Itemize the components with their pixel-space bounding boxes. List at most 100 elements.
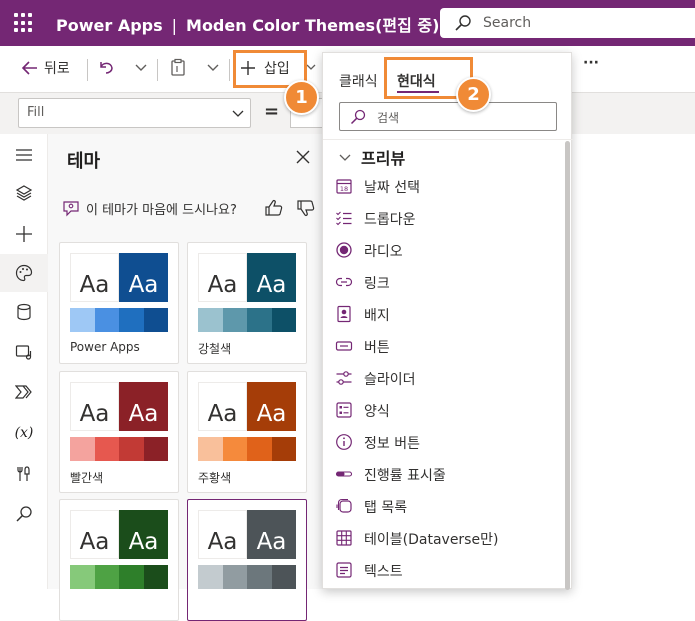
theme-color-strip [198,437,296,461]
item-label: 테이블(Dataverse만) [364,532,499,548]
theme-card[interactable]: Aa Aa 빨간색 [59,371,179,493]
divider [157,59,158,81]
variables-icon[interactable]: (x) [0,414,48,452]
back-arrow-icon [21,61,37,75]
theme-name: 주황색 [198,471,232,485]
search-icon[interactable] [0,495,48,533]
list-item[interactable]: 라디오 [335,236,565,266]
global-search-input[interactable]: Search [440,8,695,38]
callout-badge-1: 1 [284,80,319,115]
theme-name: 빨간색 [70,471,104,485]
property-dropdown[interactable]: Fill [18,98,251,128]
list-item[interactable]: 드롭다운 [335,204,565,234]
theme-sample-dark: Aa [247,382,296,431]
theme-card[interactable]: Aa Aa Power Apps [59,242,179,364]
list-item[interactable]: 정보 버튼 [335,428,565,458]
app-name: Power Apps [56,16,163,35]
chevron-down-icon [339,147,351,166]
hamburger-icon[interactable] [0,136,48,174]
media-icon[interactable] [0,333,48,371]
insert-chevron-icon[interactable] [306,58,316,80]
paste-dropdown-chevron-icon[interactable] [206,58,220,80]
more-button[interactable]: ··· [583,55,599,71]
scrollbar[interactable] [565,141,570,590]
feedback-text: 이 테마가 마음에 드시나요? [86,203,237,218]
theme-sample-light: Aa [70,510,119,559]
title-bar: Power Apps | Moden Color Themes(편집 중) Sear… [0,0,695,46]
theme-sample-dark: Aa [119,382,168,431]
theme-card[interactable]: Aa Aa [59,499,179,621]
list-item[interactable]: 테이블(Dataverse만) [335,524,565,554]
theme-name: Power Apps [70,340,140,354]
insert-flyout: 클래식 현대식 검색 프리뷰 18 날짜 선택 드롭다운 라디오 링크 배지 버… [322,52,573,590]
power-automate-icon[interactable] [0,373,48,411]
close-icon[interactable] [296,149,310,168]
callout-badge-2: 2 [456,77,491,112]
pane-title: 테마 [67,151,101,172]
item-label: 양식 [364,404,390,420]
app-launcher-icon[interactable] [14,13,34,33]
theme-name: 강철색 [198,342,232,356]
list-item[interactable]: 배지 [335,300,565,330]
theme-color-strip [70,565,168,589]
radio-icon [335,241,353,259]
theme-card[interactable]: Aa Aa 강철색 [187,242,307,364]
chevron-down-icon [232,108,244,123]
theme-sample-dark: Aa [119,510,168,559]
section-preview-header[interactable]: 프리뷰 [339,145,405,169]
form-icon [335,401,353,419]
database-icon[interactable] [0,293,48,331]
left-rail: (x) [0,134,48,589]
progress-icon [335,465,353,483]
svg-text:18: 18 [340,185,348,193]
link-icon [335,273,353,291]
tab-classic[interactable]: 클래식 [339,71,378,91]
list-item[interactable]: 링크 [335,268,565,298]
theme-sample-dark: Aa [247,253,296,302]
theme-color-strip [70,308,168,332]
theme-sample-light: Aa [198,510,247,559]
item-label: 슬라이더 [364,372,416,388]
flyout-search-placeholder: 검색 [377,111,400,125]
list-item[interactable]: 18 날짜 선택 [335,172,565,202]
thumbs-up-icon[interactable] [264,198,284,222]
text-icon [335,561,353,579]
plus-icon[interactable] [0,215,48,253]
back-button[interactable]: 뒤로 [20,58,70,78]
list-item[interactable]: 양식 [335,396,565,426]
title-separator: | [171,16,178,35]
palette-icon[interactable] [0,254,48,292]
item-label: 드롭다운 [364,212,416,228]
list-item[interactable]: 텍스트 [335,556,565,586]
paste-button[interactable] [169,58,187,80]
tools-icon[interactable] [0,455,48,493]
theme-card-selected[interactable]: Aa Aa [187,499,307,621]
flyout-search-input[interactable]: 검색 [339,102,557,131]
theme-sample-light: Aa [198,253,247,302]
theme-pane: 테마 이 테마가 마음에 드시나요? Aa Aa Power Apps Aa A… [48,134,322,621]
info-icon [335,433,353,451]
list-item[interactable]: 탭 목록 [335,492,565,522]
undo-button[interactable] [97,58,115,80]
button-icon [335,337,353,355]
list-item[interactable]: 버튼 [335,332,565,362]
theme-sample-dark: Aa [119,253,168,302]
global-search-placeholder: Search [483,15,532,31]
undo-dropdown-chevron-icon[interactable] [134,58,148,80]
theme-sample-dark: Aa [247,510,296,559]
feedback-icon [63,201,79,217]
theme-card[interactable]: Aa Aa 주황색 [187,371,307,493]
layers-icon[interactable] [0,174,48,212]
item-label: 텍스트 [364,564,403,580]
clipboard-icon [171,58,185,76]
item-label: 버튼 [364,340,390,356]
list-item[interactable]: 슬라이더 [335,364,565,394]
item-label: 탭 목록 [364,500,408,516]
thumbs-down-icon[interactable] [296,198,316,222]
tab-list-icon [335,497,353,515]
list-item[interactable]: 진행률 표시줄 [335,460,565,490]
theme-sample-light: Aa [198,382,247,431]
item-label: 배지 [364,308,390,324]
item-label: 링크 [364,276,390,292]
divider [229,59,230,81]
